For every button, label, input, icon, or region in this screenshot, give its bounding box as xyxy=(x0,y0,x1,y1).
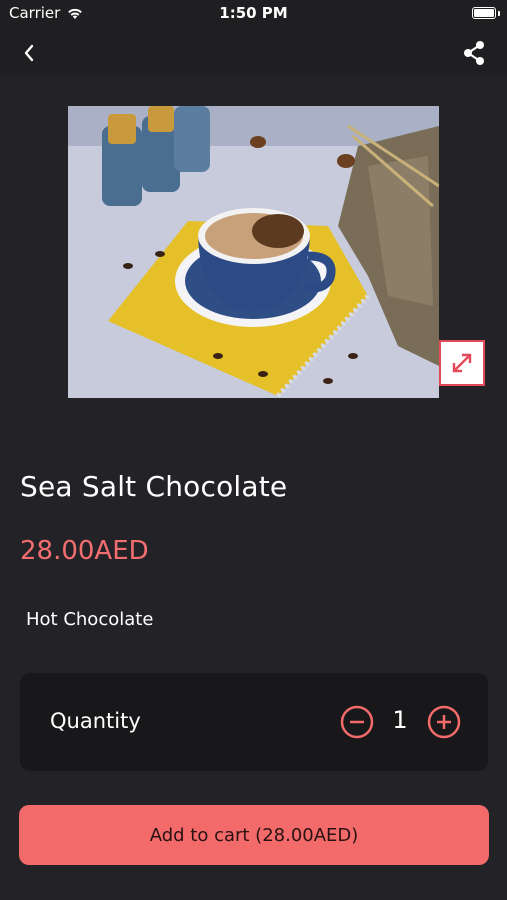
quantity-label: Quantity xyxy=(50,709,141,733)
share-icon xyxy=(464,41,484,65)
chevron-left-icon xyxy=(24,44,34,62)
battery-tip xyxy=(498,11,500,16)
battery-icon xyxy=(472,7,496,19)
expand-image-button[interactable] xyxy=(439,340,485,386)
quantity-card: Quantity 1 xyxy=(20,673,488,771)
share-button[interactable] xyxy=(459,38,489,68)
coffee-cup-photo xyxy=(68,106,439,398)
product-category: Hot Chocolate xyxy=(26,609,154,630)
product-name: Sea Salt Chocolate xyxy=(20,470,288,503)
product-image[interactable] xyxy=(68,106,439,398)
product-detail: Sea Salt Chocolate 28.00AED Hot Chocolat… xyxy=(0,76,507,900)
decrease-quantity-button[interactable] xyxy=(339,704,375,740)
nav-bar xyxy=(0,28,507,76)
add-to-cart-button[interactable]: Add to cart (28.00AED) xyxy=(19,805,489,865)
expand-arrows-icon xyxy=(452,353,472,373)
increase-quantity-button[interactable] xyxy=(426,704,462,740)
product-price: 28.00AED xyxy=(20,536,149,566)
quantity-value: 1 xyxy=(392,706,408,734)
status-bar: Carrier 1:50 PM xyxy=(0,0,507,28)
status-time: 1:50 PM xyxy=(219,4,288,22)
back-button[interactable] xyxy=(14,38,44,68)
